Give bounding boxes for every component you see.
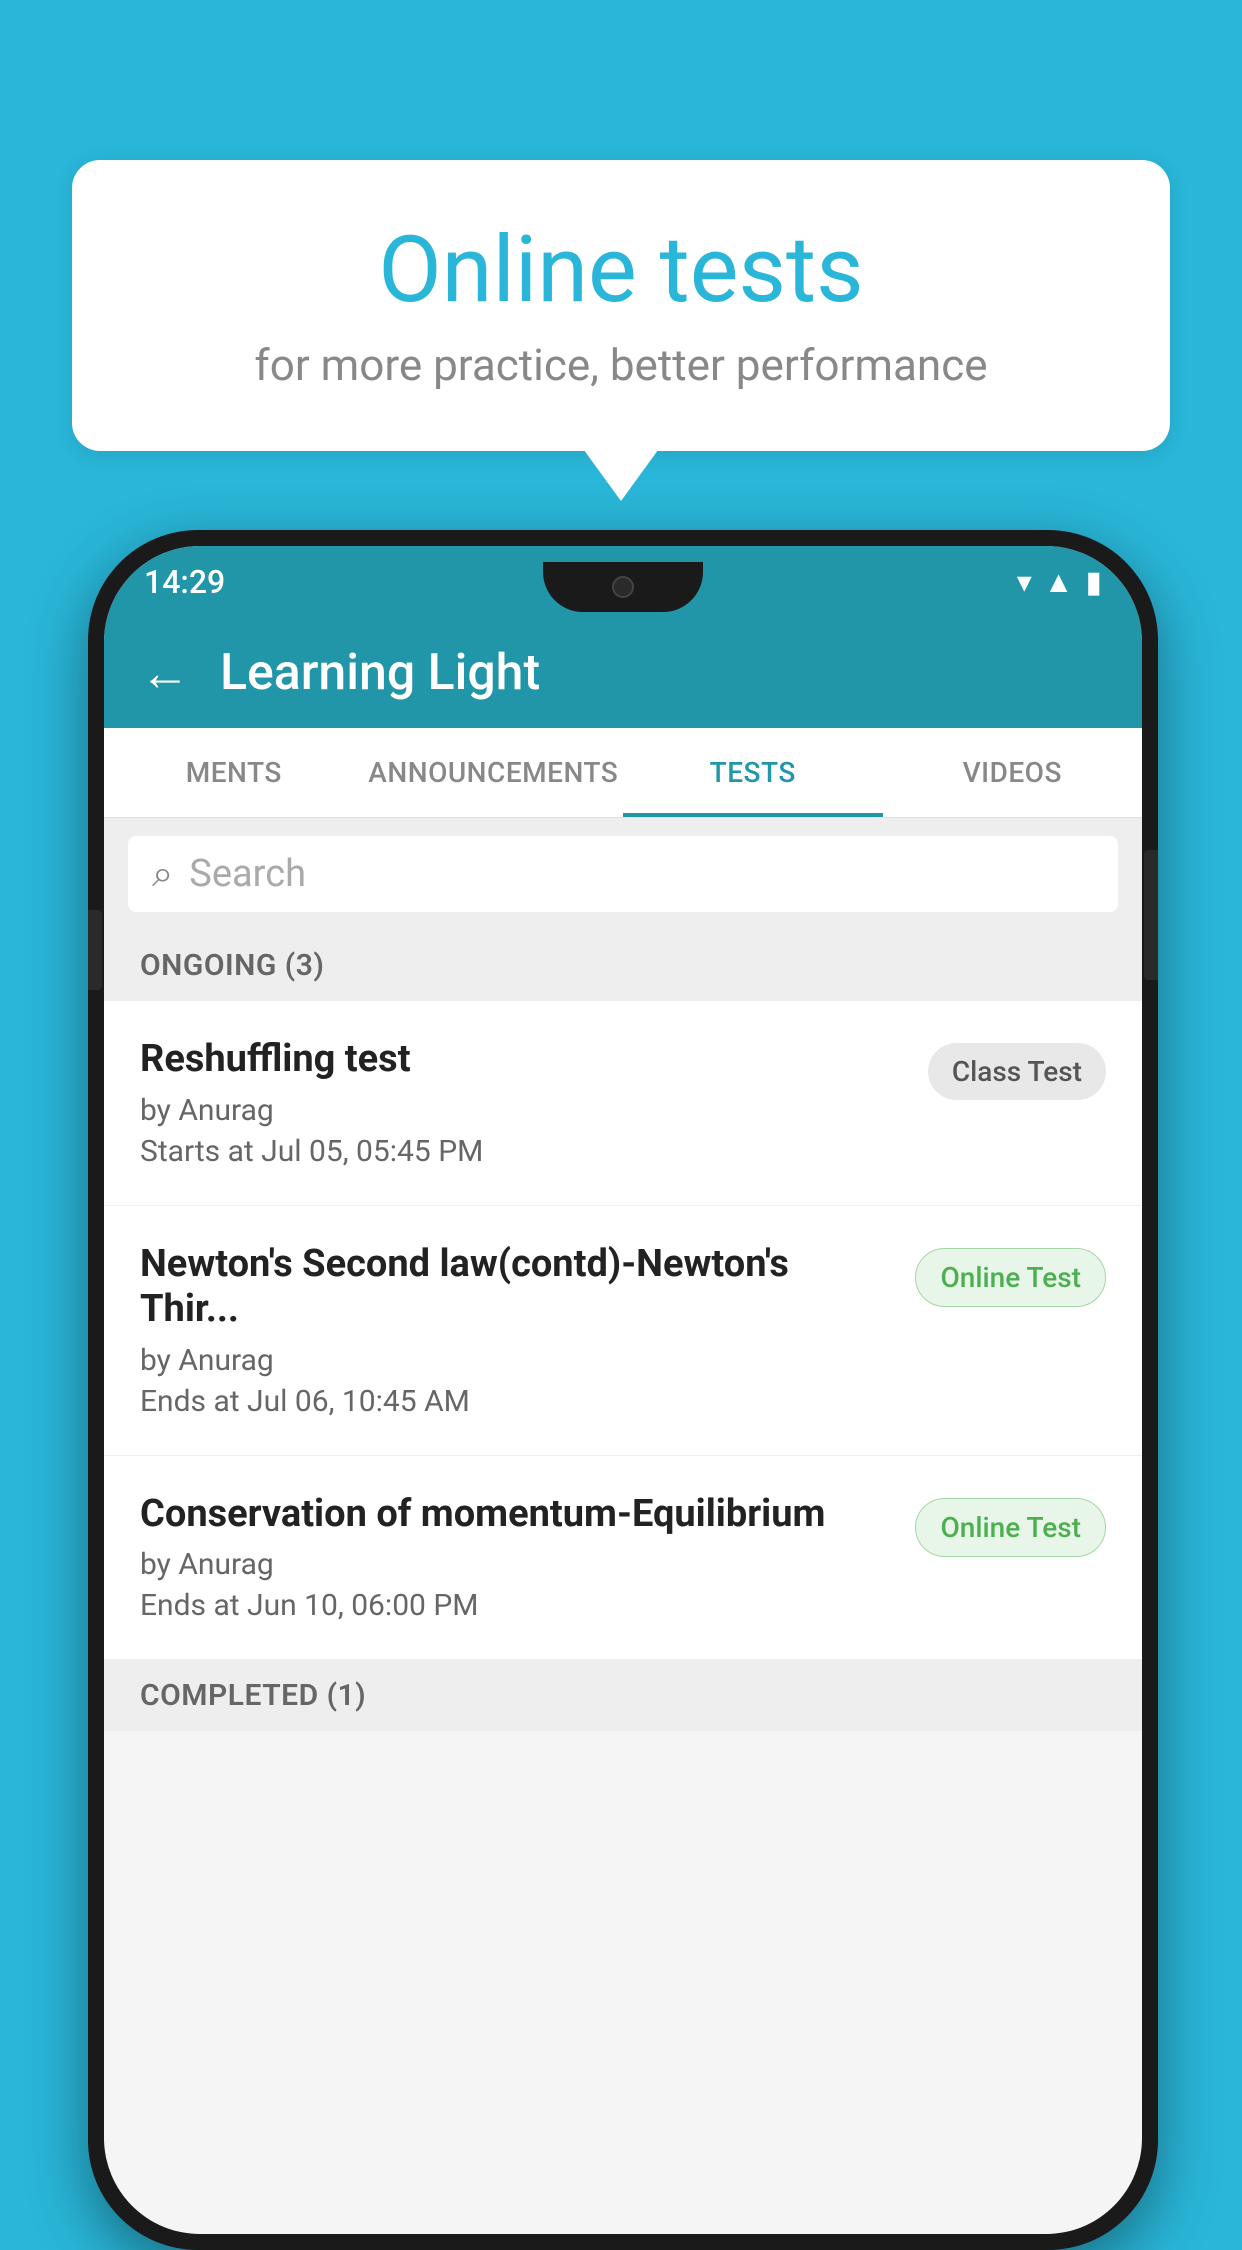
tab-videos[interactable]: VIDEOS bbox=[883, 728, 1143, 817]
search-placeholder-text: Search bbox=[189, 852, 306, 896]
tab-announcements[interactable]: ANNOUNCEMENTS bbox=[364, 728, 624, 817]
test-info-conservation: Conservation of momentum-Equilibrium by … bbox=[140, 1492, 891, 1624]
badge-class-test: Class Test bbox=[928, 1043, 1106, 1100]
test-name-conservation: Conservation of momentum-Equilibrium bbox=[140, 1492, 891, 1538]
search-icon: ⌕ bbox=[152, 852, 173, 896]
tab-ments[interactable]: MENTS bbox=[104, 728, 364, 817]
phone-frame: 14:29 ▾ ▲ ▮ ← Learning Light MENTS ANNOU… bbox=[88, 530, 1158, 2250]
ongoing-section-header: ONGOING (3) bbox=[104, 930, 1142, 1001]
badge-online-test-newton: Online Test bbox=[915, 1248, 1106, 1307]
notch bbox=[543, 562, 703, 612]
phone-screen: 14:29 ▾ ▲ ▮ ← Learning Light MENTS ANNOU… bbox=[104, 546, 1142, 2234]
bubble-title: Online tests bbox=[152, 220, 1090, 321]
status-icons: ▾ ▲ ▮ bbox=[1017, 565, 1102, 600]
test-by-reshuffling: by Anurag bbox=[140, 1093, 904, 1128]
test-name-reshuffling: Reshuffling test bbox=[140, 1037, 904, 1083]
test-name-newton: Newton's Second law(contd)-Newton's Thir… bbox=[140, 1242, 891, 1333]
test-item-newton[interactable]: Newton's Second law(contd)-Newton's Thir… bbox=[104, 1206, 1142, 1456]
test-item-conservation[interactable]: Conservation of momentum-Equilibrium by … bbox=[104, 1456, 1142, 1661]
test-date-reshuffling: Starts at Jul 05, 05:45 PM bbox=[140, 1134, 904, 1169]
tab-bar: MENTS ANNOUNCEMENTS TESTS VIDEOS bbox=[104, 728, 1142, 818]
test-date-conservation: Ends at Jun 10, 06:00 PM bbox=[140, 1588, 891, 1623]
bubble-subtitle: for more practice, better performance bbox=[152, 339, 1090, 391]
test-info-reshuffling: Reshuffling test by Anurag Starts at Jul… bbox=[140, 1037, 904, 1169]
badge-online-test-conservation: Online Test bbox=[915, 1498, 1106, 1557]
promo-bubble: Online tests for more practice, better p… bbox=[72, 160, 1170, 451]
status-time: 14:29 bbox=[144, 563, 225, 601]
test-info-newton: Newton's Second law(contd)-Newton's Thir… bbox=[140, 1242, 891, 1419]
signal-icon: ▲ bbox=[1044, 565, 1074, 600]
app-bar: ← Learning Light bbox=[104, 618, 1142, 728]
tab-tests[interactable]: TESTS bbox=[623, 728, 883, 817]
search-container: ⌕ Search bbox=[104, 818, 1142, 930]
test-date-newton: Ends at Jul 06, 10:45 AM bbox=[140, 1384, 891, 1419]
power-button bbox=[1144, 850, 1158, 980]
front-camera bbox=[612, 576, 634, 598]
test-by-conservation: by Anurag bbox=[140, 1547, 891, 1582]
app-title: Learning Light bbox=[220, 644, 540, 702]
search-bar[interactable]: ⌕ Search bbox=[128, 836, 1118, 912]
volume-button bbox=[88, 910, 102, 990]
battery-icon: ▮ bbox=[1085, 565, 1102, 600]
back-button[interactable]: ← bbox=[140, 644, 190, 703]
wifi-icon: ▾ bbox=[1017, 565, 1032, 600]
test-item-reshuffling[interactable]: Reshuffling test by Anurag Starts at Jul… bbox=[104, 1001, 1142, 1206]
test-by-newton: by Anurag bbox=[140, 1343, 891, 1378]
completed-section-header: COMPLETED (1) bbox=[104, 1660, 1142, 1731]
test-list: Reshuffling test by Anurag Starts at Jul… bbox=[104, 1001, 1142, 1660]
